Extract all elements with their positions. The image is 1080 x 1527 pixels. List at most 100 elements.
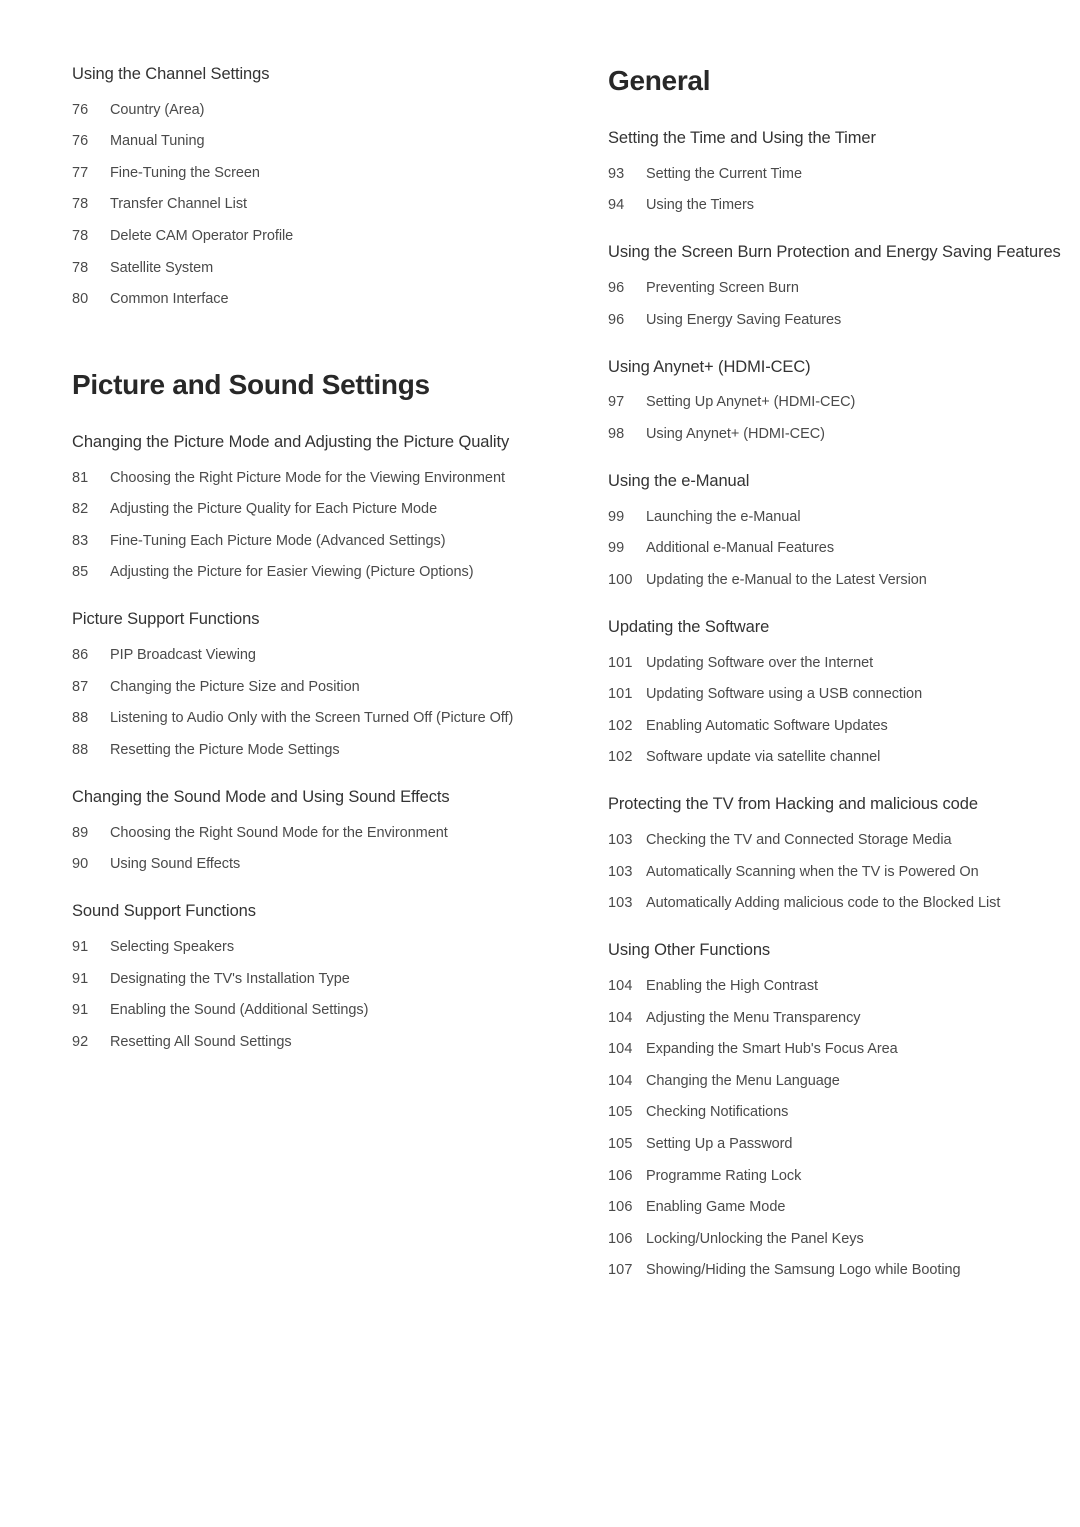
toc-entry-title: Delete CAM Operator Profile — [110, 228, 294, 244]
toc-entry-title: Resetting the Picture Mode Settings — [110, 741, 340, 758]
toc-entry[interactable]: 96 Using Energy Saving Features — [608, 310, 1076, 331]
section-heading: Picture Support Functions — [72, 610, 260, 629]
toc-entry[interactable]: 96 Preventing Screen Burn — [608, 278, 1076, 299]
toc-entry[interactable]: 91 Designating the TV's Installation Type — [72, 969, 540, 990]
toc-entry-title: Setting the Current Time — [646, 165, 802, 182]
toc-entry[interactable]: 103 Automatically Scanning when the TV is… — [608, 862, 1076, 883]
toc-entry[interactable]: 105 Setting Up a Password — [608, 1134, 1076, 1155]
toc-entry[interactable]: 80 Common Interface — [72, 289, 540, 310]
toc-entry-page-number: 100 — [608, 571, 633, 588]
toc-entry[interactable]: 92 Resetting All Sound Settings — [72, 1032, 540, 1053]
toc-entry[interactable]: 76 Manual Tuning — [72, 131, 540, 152]
toc-entry[interactable]: 76 Country (Area) — [72, 100, 540, 121]
toc-entry-page-number: 96 — [608, 280, 625, 296]
toc-entry[interactable]: 94 Using the Timers — [608, 195, 1076, 216]
toc-entry[interactable]: 93 Setting the Current Time — [608, 164, 1076, 185]
toc-entry[interactable]: 106 Locking/Unlocking the Panel Keys — [608, 1229, 1076, 1250]
toc-entry-page-number: 96 — [608, 311, 625, 328]
toc-entry[interactable]: 85 Adjusting the Picture for Easier Viewi… — [72, 562, 540, 583]
toc-entry-page-number: 105 — [608, 1135, 633, 1152]
toc-entry[interactable]: 99 Launching the e-Manual — [608, 507, 1076, 528]
toc-entry-title: Additional e-Manual Features — [646, 540, 835, 557]
toc-entry-title: Updating the e-Manual to the Latest Vers… — [646, 571, 927, 588]
toc-entry[interactable]: 101 Updating Software over the Internet — [608, 653, 1076, 674]
toc-entry-page-number: 104 — [608, 1009, 633, 1026]
toc-entry[interactable]: 99 Additional e-Manual Features — [608, 538, 1076, 559]
toc-entry[interactable]: 88 Resetting the Picture Mode Settings — [72, 740, 540, 761]
toc-entry-page-number: 76 — [72, 133, 89, 150]
toc-entry[interactable]: 104 Expanding the Smart Hub's Focus Area — [608, 1039, 1076, 1060]
toc-entry[interactable]: 81 Choosing the Right Picture Mode for th… — [72, 468, 540, 489]
toc-entry-title: Selecting Speakers — [110, 939, 235, 956]
toc-entry-title: Common Interface — [110, 291, 229, 308]
toc-column-right: General Setting the Time and Using the Ti… — [608, 64, 1076, 1307]
toc-entry-title: Launching the e-Manual — [646, 508, 801, 525]
toc-section: Changing the Picture Mode and Adjusting … — [72, 432, 540, 584]
toc-entry-page-number: 104 — [608, 978, 633, 995]
chapter-title: General — [608, 65, 711, 96]
toc-entry-title: Updating Software using a USB connection — [646, 686, 923, 703]
toc-entry-title: Showing/Hiding the Samsung Logo while Bo… — [646, 1262, 961, 1279]
toc-entry[interactable]: 91 Enabling the Sound (Additional Setting… — [72, 1000, 540, 1021]
toc-columns: Using the Channel Settings 76 Country (Are… — [72, 64, 1061, 1307]
toc-entry-page-number: 99 — [608, 540, 625, 557]
toc-entry-page-number: 85 — [72, 564, 89, 581]
toc-entry[interactable]: 106 Programme Rating Lock — [608, 1166, 1076, 1187]
toc-entry[interactable]: 77 Fine-Tuning the Screen — [72, 163, 540, 184]
toc-entry-page-number: 103 — [608, 863, 633, 880]
toc-entry[interactable]: 89 Choosing the Right Sound Mode for the … — [72, 823, 540, 844]
toc-entry[interactable]: 101 Updating Software using a USB connect… — [608, 684, 1076, 705]
toc-entry-title: Preventing Screen Burn — [646, 280, 799, 296]
toc-entry-page-number: 82 — [72, 501, 89, 518]
toc-entry[interactable]: 90 Using Sound Effects — [72, 854, 540, 875]
toc-section: Using Anynet+ (HDMI-CEC) 97 Setting Up Any… — [608, 357, 1076, 445]
toc-entry[interactable]: 100 Updating the e-Manual to the Latest V… — [608, 570, 1076, 591]
toc-entry[interactable]: 98 Using Anynet+ (HDMI-CEC) — [608, 424, 1076, 445]
toc-entry-page-number: 89 — [72, 824, 89, 841]
toc-block: General Setting the Time and Using the Ti… — [608, 64, 1076, 1281]
toc-entry[interactable]: 78 Transfer Channel List — [72, 194, 540, 215]
toc-entry-page-number: 101 — [608, 654, 633, 671]
section-heading: Changing the Picture Mode and Adjusting … — [72, 432, 510, 451]
toc-entry[interactable]: 104 Adjusting the Menu Transparency — [608, 1008, 1076, 1029]
toc-entry[interactable]: 91 Selecting Speakers — [72, 937, 540, 958]
toc-entry[interactable]: 87 Changing the Picture Size and Position — [72, 677, 540, 698]
toc-entry[interactable]: 83 Fine-Tuning Each Picture Mode (Advance… — [72, 531, 540, 552]
toc-entry[interactable]: 104 Enabling the High Contrast — [608, 976, 1076, 997]
toc-entry-title: Enabling the Sound (Additional Settings) — [110, 1002, 369, 1019]
toc-entry[interactable]: 102 Software update via satellite channel — [608, 747, 1076, 768]
toc-entry[interactable]: 106 Enabling Game Mode — [608, 1197, 1076, 1218]
toc-entry-title: Programme Rating Lock — [646, 1167, 802, 1184]
toc-section: Sound Support Functions 91 Selecting Speak… — [72, 901, 540, 1053]
toc-entry-title: Choosing the Right Sound Mode for the En… — [110, 824, 448, 841]
toc-entry[interactable]: 104 Changing the Menu Language — [608, 1071, 1076, 1092]
toc-section: Setting the Time and Using the Timer 93 Se… — [608, 128, 1076, 216]
toc-entry-page-number: 90 — [72, 856, 89, 873]
toc-section: Using the Screen Burn Protection and Ene… — [608, 242, 1076, 330]
toc-entry[interactable]: 103 Automatically Adding malicious code t… — [608, 893, 1076, 914]
toc-entry-page-number: 92 — [72, 1033, 89, 1050]
toc-entry-title: Using Sound Effects — [110, 856, 241, 873]
toc-entry[interactable]: 82 Adjusting the Picture Quality for Each… — [72, 499, 540, 520]
toc-entry[interactable]: 78 Satellite System — [72, 258, 540, 279]
toc-entry[interactable]: 107 Showing/Hiding the Samsung Logo while… — [608, 1260, 1076, 1281]
section-heading: Using the e-Manual — [608, 472, 750, 490]
toc-entry-page-number: 91 — [72, 1002, 89, 1019]
toc-entry[interactable]: 102 Enabling Automatic Software Updates — [608, 716, 1076, 737]
toc-entry-page-number: 98 — [608, 425, 625, 442]
toc-entry[interactable]: 103 Checking the TV and Connected Storage… — [608, 830, 1076, 851]
toc-entry-title: Expanding the Smart Hub's Focus Area — [646, 1041, 898, 1058]
toc-entry-page-number: 88 — [72, 710, 89, 727]
toc-entry-title: Manual Tuning — [110, 133, 205, 150]
toc-entry-page-number: 91 — [72, 939, 89, 956]
toc-entry-page-number: 107 — [608, 1262, 633, 1279]
toc-entry[interactable]: 86 PIP Broadcast Viewing — [72, 645, 540, 666]
toc-entry[interactable]: 97 Setting Up Anynet+ (HDMI-CEC) — [608, 392, 1076, 413]
toc-entry-page-number: 103 — [608, 895, 633, 912]
toc-entry[interactable]: 105 Checking Notifications — [608, 1102, 1076, 1123]
toc-entry[interactable]: 78 Delete CAM Operator Profile — [72, 226, 540, 247]
toc-entry[interactable]: 88 Listening to Audio Only with the Scree… — [72, 708, 540, 729]
toc-entry-title: Fine-Tuning the Screen — [110, 164, 260, 181]
toc-entry-title: Country (Area) — [110, 101, 205, 118]
toc-entry-title: Changing the Menu Language — [646, 1072, 840, 1089]
